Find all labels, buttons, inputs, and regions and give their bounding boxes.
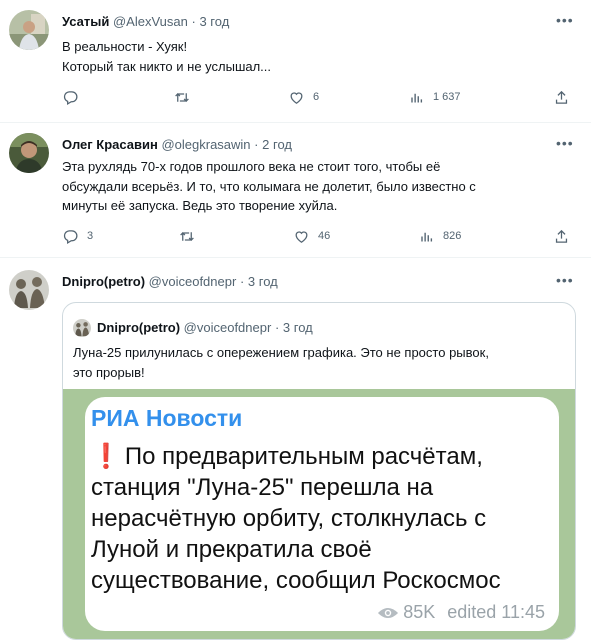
dot-separator: · <box>254 137 259 152</box>
message-views: 85K <box>403 602 436 622</box>
reply-button[interactable] <box>62 87 87 107</box>
like-count: 6 <box>313 91 320 103</box>
like-button[interactable]: 46 <box>293 226 330 246</box>
reply-icon <box>63 229 78 244</box>
avatar[interactable] <box>9 270 49 310</box>
retweet-button[interactable] <box>173 87 199 107</box>
message-meta: 85K edited 11:45 <box>377 602 545 623</box>
share-button[interactable] <box>553 226 570 246</box>
author-handle[interactable]: @voiceofdnepr <box>149 274 237 289</box>
avatar <box>73 319 91 337</box>
tweet-text-line: минуты её запуска. Ведь это творение хуй… <box>62 198 338 213</box>
more-icon[interactable]: ••• <box>556 272 574 288</box>
timestamp[interactable]: 3 год <box>248 274 278 289</box>
quote-text-line: Луна-25 прилунилась с опережением график… <box>73 345 489 360</box>
dot-separator: · <box>274 320 280 335</box>
share-button[interactable] <box>553 87 570 107</box>
tweet-alexvusan[interactable]: Усатый @AlexVusan · 3 год ••• В реальнос… <box>0 0 591 122</box>
reply-count: 3 <box>87 230 94 242</box>
views-button[interactable]: 826 <box>419 226 461 246</box>
tweet-header: Олег Красавин @olegkrasawin · 2 год <box>62 137 292 152</box>
tweet-text-line: Который так никто и не услышал... <box>62 58 272 74</box>
more-icon[interactable]: ••• <box>556 12 574 28</box>
tweet-text-line: В реальности - Хуяк! <box>62 39 188 54</box>
quote-header: Dnipro(petro) @voiceofdnepr · 3 год <box>97 320 313 335</box>
eye-icon <box>378 607 399 618</box>
dot-separator: · <box>239 274 245 289</box>
tweet-header: Усатый @AlexVusan · 3 год <box>62 14 229 29</box>
like-button[interactable]: 6 <box>288 87 319 107</box>
message-body: По предварительным расчётам, станция "Лу… <box>91 443 501 594</box>
share-icon <box>555 229 568 243</box>
views-icon <box>411 93 423 102</box>
quoted-tweet[interactable]: Dnipro(petro) @voiceofdnepr · 3 год Луна… <box>62 302 576 640</box>
reply-icon <box>63 90 78 105</box>
retweet-icon <box>180 231 194 241</box>
telegram-message: РИА Новости ❗ По предварительным расчётам… <box>85 397 559 631</box>
like-count: 46 <box>318 230 331 242</box>
reply-button[interactable]: 3 <box>62 226 93 246</box>
like-icon <box>295 230 308 243</box>
exclamation-icon: ❗ <box>91 443 121 470</box>
retweet-button[interactable] <box>178 226 204 246</box>
quote-image[interactable]: РИА Новости ❗ По предварительным расчётам… <box>63 389 575 639</box>
tweet-text: В реальности - Хуяк! Который так никто и… <box>62 37 271 76</box>
quote-text-line: это прорыв! <box>73 364 145 380</box>
tweet-text: Эта рухлядь 70-х годов прошлого века не … <box>62 157 476 216</box>
views-count: 1 637 <box>433 91 461 103</box>
views-count: 826 <box>443 230 462 242</box>
views-button[interactable]: 1 637 <box>409 87 461 107</box>
message-edited: edited 11:45 <box>447 602 545 622</box>
author-name[interactable]: Усатый <box>62 14 109 29</box>
tweet-text-line: Эта рухлядь 70-х годов прошлого века не … <box>62 159 441 174</box>
more-icon[interactable]: ••• <box>556 135 574 151</box>
quote-author-handle: @voiceofdnepr <box>183 320 272 335</box>
author-handle[interactable]: @olegkrasawin <box>161 137 250 152</box>
tweet-olegkrasawin[interactable]: Олег Красавин @olegkrasawin · 2 год ••• … <box>0 123 591 257</box>
author-name[interactable]: Dnipro(petro) <box>62 274 145 289</box>
message-text: ❗ По предварительным расчётам, станция "Л… <box>91 441 553 596</box>
author-name[interactable]: Олег Красавин <box>62 137 158 152</box>
retweet-icon <box>175 92 189 102</box>
avatar[interactable] <box>9 10 49 50</box>
avatar[interactable] <box>9 133 49 173</box>
views-icon <box>421 232 433 241</box>
message-source: РИА Новости <box>91 405 243 431</box>
share-icon <box>555 90 568 104</box>
quote-text: Луна-25 прилунилась с опережением график… <box>73 343 489 382</box>
quote-timestamp: 3 год <box>282 320 313 335</box>
quote-author-name: Dnipro(petro) <box>97 320 181 335</box>
tweet-header: Dnipro(petro) @voiceofdnepr · 3 год <box>62 274 278 289</box>
author-handle[interactable]: @AlexVusan <box>113 14 188 29</box>
timestamp[interactable]: 2 год <box>262 137 292 152</box>
timestamp[interactable]: 3 год <box>199 14 229 29</box>
dot-separator: · <box>191 14 196 29</box>
like-icon <box>290 91 303 104</box>
tweet-text-line: обсуждали всерьёз. И то, что колымага не… <box>62 178 476 194</box>
